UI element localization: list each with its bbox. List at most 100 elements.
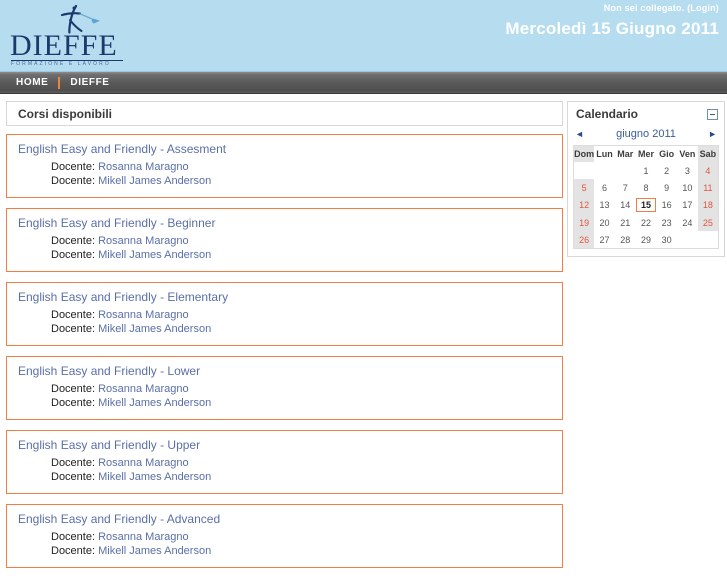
calendar-weekday: Lun bbox=[596, 149, 613, 159]
calendar-day[interactable]: 28 bbox=[615, 231, 636, 249]
course-title-link[interactable]: English Easy and Friendly - Assesment bbox=[7, 142, 562, 156]
site-logo[interactable]: DIEFFE FORMAZIONE E LAVORO bbox=[8, 4, 126, 70]
calendar-day[interactable]: 27 bbox=[594, 231, 615, 249]
course-teacher-row: Docente: Rosanna Maragno bbox=[7, 382, 562, 396]
calendar-day[interactable]: 10 bbox=[677, 179, 698, 196]
teacher-label: Docente: bbox=[51, 383, 96, 395]
course-teacher-row: Docente: Rosanna Maragno bbox=[7, 308, 562, 322]
teacher-link[interactable]: Mikell James Anderson bbox=[98, 323, 211, 335]
calendar-day[interactable]: 24 bbox=[677, 214, 698, 231]
course-title-link[interactable]: English Easy and Friendly - Elementary bbox=[7, 290, 562, 304]
calendar-week-row: 19 20 21 22 23 24 25 bbox=[573, 214, 719, 231]
login-status[interactable]: Non sei collegato. (Login) bbox=[604, 3, 719, 13]
nav-separator bbox=[58, 76, 61, 89]
calendar-month-label[interactable]: giugno 2011 bbox=[616, 128, 676, 140]
calendar-day[interactable]: 9 bbox=[656, 179, 677, 196]
calendar-weekday: Gio bbox=[659, 149, 675, 159]
calendar-days: 1 2 3 4 5 6 7 8 9 10 11 12 13 14 15 16 17 18 19 20 21 22 23 24 2… bbox=[573, 162, 719, 249]
site-header: DIEFFE FORMAZIONE E LAVORO Non sei colle… bbox=[0, 0, 727, 72]
teacher-link[interactable]: Mikell James Anderson bbox=[98, 545, 211, 557]
teacher-link[interactable]: Rosanna Maragno bbox=[98, 457, 189, 469]
calendar-day[interactable]: 11 bbox=[697, 179, 719, 196]
calendar-day-empty bbox=[677, 231, 698, 249]
calendar-day[interactable]: 26 bbox=[573, 231, 595, 249]
calendar-week-row: 1234 bbox=[574, 162, 719, 179]
teacher-link[interactable]: Mikell James Anderson bbox=[98, 175, 211, 187]
calendar-weekday-row: Dom Lun Mar Mer Gio Ven Sab bbox=[573, 145, 719, 162]
teacher-label: Docente: bbox=[51, 309, 96, 321]
main-navbar: HOME DIEFFE bbox=[0, 72, 727, 94]
calendar-day[interactable]: 7 bbox=[615, 179, 636, 196]
course-teacher-row: Docente: Mikell James Anderson bbox=[7, 470, 562, 484]
course-title-link[interactable]: English Easy and Friendly - Advanced bbox=[7, 512, 562, 526]
calendar-day[interactable]: 6 bbox=[594, 179, 615, 196]
calendar-day[interactable]: 5 bbox=[573, 179, 595, 196]
calendar-day[interactable]: 23 bbox=[656, 214, 677, 231]
teacher-link[interactable]: Rosanna Maragno bbox=[98, 235, 189, 247]
calendar-day[interactable]: 18 bbox=[697, 196, 719, 214]
course-teacher-row: Docente: Mikell James Anderson bbox=[7, 248, 562, 262]
teacher-label: Docente: bbox=[51, 531, 96, 543]
calendar-day[interactable]: 15 bbox=[635, 196, 657, 214]
course-teacher-row: Docente: Mikell James Anderson bbox=[7, 544, 562, 558]
course-title-link[interactable]: English Easy and Friendly - Upper bbox=[7, 438, 562, 452]
calendar-day[interactable]: 29 bbox=[636, 231, 657, 249]
calendar-day[interactable]: 8 bbox=[636, 179, 657, 196]
course-box: English Easy and Friendly - Upper Docente… bbox=[6, 430, 563, 494]
calendar-day[interactable]: 19 bbox=[573, 214, 595, 231]
calendar-day[interactable]: 13 bbox=[594, 196, 615, 214]
calendar-weekday: Ven bbox=[679, 149, 696, 159]
calendar-week-row: 5 6 7 8 9 10 11 bbox=[573, 179, 719, 196]
prev-month-icon[interactable]: ◄ bbox=[575, 129, 584, 139]
calendar-weekday: Mer bbox=[637, 149, 654, 159]
calendar-day[interactable]: 12 bbox=[573, 196, 595, 214]
nav-item-home[interactable]: HOME bbox=[10, 77, 54, 88]
course-title-link[interactable]: English Easy and Friendly - Beginner bbox=[7, 216, 562, 230]
calendar-day[interactable]: 14 bbox=[615, 196, 636, 214]
course-teacher-row: Docente: Rosanna Maragno bbox=[7, 160, 562, 174]
teacher-label: Docente: bbox=[51, 545, 96, 557]
calendar-day[interactable]: 25 bbox=[697, 214, 719, 231]
calendar-day[interactable]: 22 bbox=[636, 214, 657, 231]
course-box: English Easy and Friendly - Beginner Doce… bbox=[6, 208, 563, 272]
course-box: English Easy and Friendly - Elementary Do… bbox=[6, 282, 563, 346]
teacher-link[interactable]: Mikell James Anderson bbox=[98, 397, 211, 409]
course-teacher-row: Docente: Mikell James Anderson bbox=[7, 322, 562, 336]
minimize-icon[interactable] bbox=[707, 108, 718, 120]
calendar-week-row: 26 27 28 29 30 bbox=[573, 231, 719, 249]
teacher-link[interactable]: Rosanna Maragno bbox=[98, 309, 189, 321]
calendar-weekday: Dom bbox=[573, 145, 595, 162]
calendar-today-marker: 15 bbox=[635, 198, 656, 212]
calendar-day-empty bbox=[574, 162, 595, 179]
calendar-day[interactable]: 2 bbox=[656, 162, 677, 179]
course-box: English Easy and Friendly - Lower Docente… bbox=[6, 356, 563, 420]
calendar-day[interactable]: 1 bbox=[636, 162, 657, 179]
teacher-link[interactable]: Rosanna Maragno bbox=[98, 383, 189, 395]
course-title-link[interactable]: English Easy and Friendly - Lower bbox=[7, 364, 562, 378]
course-box: English Easy and Friendly - Advanced Doce… bbox=[6, 504, 563, 568]
teacher-label: Docente: bbox=[51, 235, 96, 247]
teacher-link[interactable]: Rosanna Maragno bbox=[98, 161, 189, 173]
calendar-day[interactable]: 17 bbox=[677, 196, 698, 214]
teacher-link[interactable]: Rosanna Maragno bbox=[98, 531, 189, 543]
calendar-day[interactable]: 21 bbox=[615, 214, 636, 231]
login-status-label[interactable]: Non sei collegato. (Login) bbox=[604, 3, 719, 13]
logo-wordmark: DIEFFE bbox=[10, 29, 118, 62]
teacher-label: Docente: bbox=[51, 397, 96, 409]
teacher-link[interactable]: Mikell James Anderson bbox=[98, 471, 211, 483]
calendar-day[interactable]: 3 bbox=[677, 162, 698, 179]
next-month-icon[interactable]: ► bbox=[708, 129, 717, 139]
page-body: Corsi disponibili English Easy and Frien… bbox=[0, 94, 727, 578]
teacher-label: Docente: bbox=[51, 249, 96, 261]
calendar-day[interactable]: 30 bbox=[656, 231, 677, 249]
teacher-label: Docente: bbox=[51, 471, 96, 483]
nav-item-dieffe[interactable]: DIEFFE bbox=[64, 77, 115, 88]
current-date: Mercoledì 15 Giugno 2011 bbox=[505, 19, 719, 38]
teacher-link[interactable]: Mikell James Anderson bbox=[98, 249, 211, 261]
calendar-day[interactable]: 20 bbox=[594, 214, 615, 231]
sidebar-column: Calendario ◄ giugno 2011 ► Dom Lun Mar Mer G… bbox=[567, 101, 725, 257]
calendar-day-empty bbox=[594, 162, 615, 179]
teacher-label: Docente: bbox=[51, 323, 96, 335]
calendar-day[interactable]: 16 bbox=[656, 196, 677, 214]
calendar-day[interactable]: 4 bbox=[697, 162, 719, 179]
